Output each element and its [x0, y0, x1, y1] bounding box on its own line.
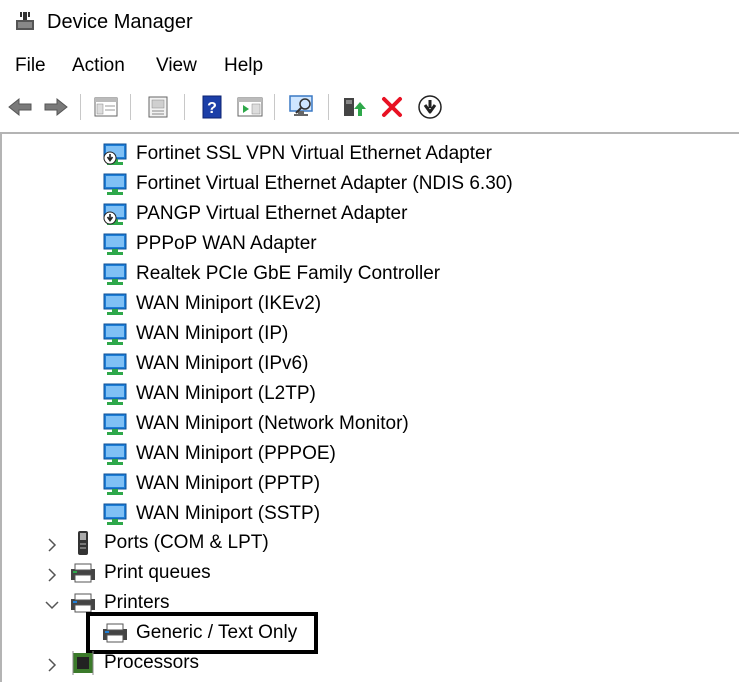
tree-item-label: PANGP Virtual Ethernet Adapter — [136, 203, 408, 224]
tree-item-network-adapter[interactable]: PPPoP WAN Adapter — [102, 229, 317, 259]
network-adapter-icon — [103, 413, 127, 435]
properties-icon — [148, 96, 168, 118]
tree-item-label: WAN Miniport (PPTP) — [136, 473, 321, 494]
tree-item-label: Ports (COM & LPT) — [104, 532, 269, 553]
menu-bar: File Action View Help — [0, 50, 739, 84]
network-adapter-icon — [103, 263, 127, 285]
expand-processors-chevron[interactable] — [44, 657, 60, 673]
network-adapter-icon — [103, 293, 127, 315]
toolbar-separator — [130, 94, 131, 120]
toolbar-separator — [80, 94, 81, 120]
back-button[interactable] — [6, 93, 34, 121]
tree-item-ports[interactable]: Ports (COM & LPT) — [70, 528, 269, 558]
title-bar: Device Manager — [0, 0, 739, 44]
tree-item-label: Print queues — [104, 562, 211, 583]
tree-item-label: PPPoP WAN Adapter — [136, 233, 317, 254]
network-adapter-icon — [103, 323, 127, 345]
menu-action[interactable]: Action — [70, 54, 127, 78]
menu-help[interactable]: Help — [222, 54, 265, 78]
tree-item-network-adapter[interactable]: WAN Miniport (Network Monitor) — [102, 409, 409, 439]
update-driver-button[interactable] — [340, 93, 368, 121]
forward-button[interactable] — [42, 93, 70, 121]
device-manager-icon — [16, 12, 34, 30]
forward-arrow-icon — [44, 97, 68, 117]
toolbar-separator — [328, 94, 329, 120]
tree-item-network-adapter[interactable]: WAN Miniport (PPPOE) — [102, 439, 336, 469]
chevron-right-icon — [48, 658, 57, 672]
disable-device-icon — [418, 95, 442, 119]
tree-item-network-adapter[interactable]: WAN Miniport (IPv6) — [102, 349, 308, 379]
show-hide-action-pane-button[interactable] — [236, 93, 264, 121]
network-adapter-icon — [103, 383, 127, 405]
uninstall-device-icon — [382, 97, 402, 117]
uninstall-device-button[interactable] — [378, 93, 406, 121]
tree-item-label: WAN Miniport (IPv6) — [136, 353, 309, 374]
scan-hardware-changes-button[interactable] — [288, 93, 316, 121]
chevron-down-icon — [45, 601, 59, 610]
tree-item-network-adapter[interactable]: Realtek PCIe GbE Family Controller — [102, 259, 440, 289]
properties-button[interactable] — [144, 93, 172, 121]
network-adapter-disabled-icon — [103, 203, 127, 225]
chevron-right-icon — [48, 568, 57, 582]
scan-hardware-icon — [289, 95, 313, 116]
network-adapter-icon — [103, 173, 127, 195]
print-queue-icon — [71, 563, 95, 583]
tree-item-label: Fortinet SSL VPN Virtual Ethernet Adapte… — [136, 143, 492, 164]
tree-item-label: Realtek PCIe GbE Family Controller — [136, 263, 441, 284]
network-adapter-icon — [103, 233, 127, 255]
tree-item-print-queues[interactable]: Print queues — [70, 558, 211, 588]
tree-item-network-adapter[interactable]: WAN Miniport (SSTP) — [102, 499, 320, 529]
tree-item-network-adapter[interactable]: WAN Miniport (IP) — [102, 319, 288, 349]
processor-icon — [72, 651, 94, 675]
toolbar-separator — [274, 94, 275, 120]
tree-item-label: WAN Miniport (Network Monitor) — [136, 413, 409, 434]
svg-text:?: ? — [207, 100, 217, 117]
menu-view[interactable]: View — [154, 54, 199, 78]
network-adapter-icon — [103, 503, 127, 525]
tree-item-label: Fortinet Virtual Ethernet Adapter (NDIS … — [136, 173, 513, 194]
help-button[interactable]: ? — [198, 93, 226, 121]
show-hide-console-tree-button[interactable] — [92, 93, 120, 121]
tree-item-label: Processors — [104, 652, 200, 673]
console-tree-icon — [94, 97, 118, 117]
expand-ports-chevron[interactable] — [44, 537, 60, 553]
update-driver-icon — [344, 98, 366, 116]
tree-item-network-adapter[interactable]: WAN Miniport (PPTP) — [102, 469, 320, 499]
tree-item-network-adapter[interactable]: WAN Miniport (IKEv2) — [102, 289, 321, 319]
tree-item-network-adapter[interactable]: WAN Miniport (L2TP) — [102, 379, 316, 409]
network-adapter-disabled-icon — [103, 143, 127, 165]
action-pane-icon — [237, 97, 263, 117]
toolbar-separator — [184, 94, 185, 120]
collapse-printers-chevron[interactable] — [44, 597, 60, 613]
network-adapter-icon — [103, 353, 127, 375]
menu-file[interactable]: File — [13, 54, 48, 78]
tree-item-network-adapter[interactable]: PANGP Virtual Ethernet Adapter — [102, 199, 407, 229]
tree-item-label: WAN Miniport (L2TP) — [136, 383, 316, 404]
port-icon — [78, 531, 88, 555]
tree-item-processors[interactable]: Processors — [70, 648, 199, 678]
tree-item-network-adapter[interactable]: Fortinet Virtual Ethernet Adapter (NDIS … — [102, 169, 513, 199]
help-icon: ? — [202, 95, 222, 119]
chevron-right-icon — [48, 538, 57, 552]
disable-device-button[interactable] — [416, 93, 444, 121]
network-adapter-icon — [103, 443, 127, 465]
tree-item-label: WAN Miniport (SSTP) — [136, 503, 321, 524]
tree-item-network-adapter[interactable]: Fortinet SSL VPN Virtual Ethernet Adapte… — [102, 139, 492, 169]
tree-item-label: WAN Miniport (PPPOE) — [136, 443, 336, 464]
network-adapter-icon — [103, 473, 127, 495]
back-arrow-icon — [8, 97, 32, 117]
toolbar: ? — [0, 88, 739, 126]
tree-item-label: WAN Miniport (IKEv2) — [136, 293, 322, 314]
window-title: Device Manager — [47, 11, 193, 33]
expand-print-queues-chevron[interactable] — [44, 567, 60, 583]
tree-item-label: WAN Miniport (IP) — [136, 323, 289, 344]
